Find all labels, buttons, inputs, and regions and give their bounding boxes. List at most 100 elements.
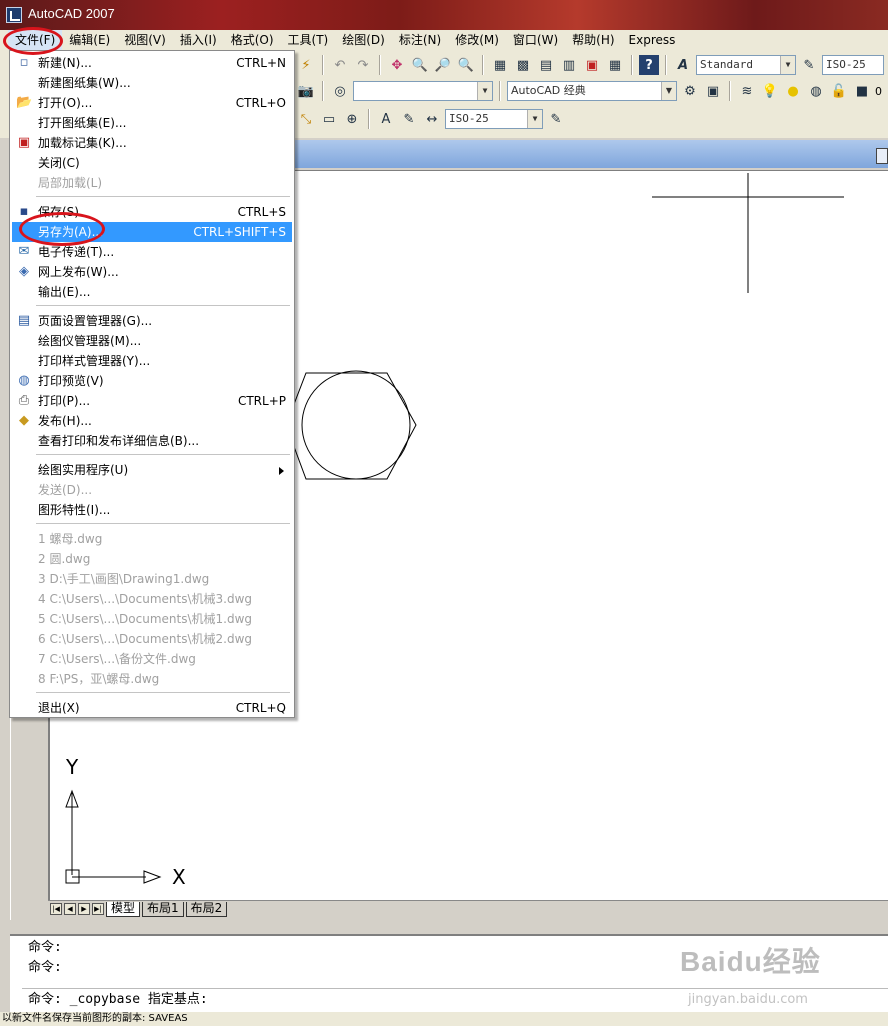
menu-express[interactable]: Express [622, 30, 683, 50]
zoom-realtime-icon[interactable]: 🔍 [410, 55, 430, 75]
camera-icon[interactable]: 📷 [296, 81, 316, 101]
dim-style-manager-icon[interactable]: ✎ [546, 109, 566, 129]
help-icon[interactable]: ? [639, 55, 659, 75]
match-properties-icon[interactable]: ⚡ [296, 55, 316, 75]
menu-item-drawing-properties[interactable]: 图形特性(I)... [12, 500, 292, 520]
menu-insert[interactable]: 插入(I) [173, 30, 224, 50]
redo-icon[interactable]: ↷ [353, 55, 373, 75]
menu-draw[interactable]: 绘图(D) [335, 30, 392, 50]
target-icon[interactable]: ◎ [330, 81, 350, 101]
zoom-previous-icon[interactable]: 🔍 [456, 55, 476, 75]
menu-item-recent-file-1[interactable]: 1 螺母.dwg [12, 529, 292, 549]
pan-icon[interactable]: ✥ [387, 55, 407, 75]
dim-style-combo-2[interactable]: ISO-25 ▼ [445, 109, 543, 129]
menu-item-partial-load[interactable]: 局部加载(L) [12, 173, 292, 193]
layer-on-icon[interactable]: 💡 [760, 81, 780, 101]
properties-icon[interactable]: ▦ [490, 55, 510, 75]
menu-edit[interactable]: 编辑(E) [62, 30, 117, 50]
layer-color-icon[interactable]: ■ [852, 81, 872, 101]
menu-item-recent-file-8[interactable]: 8 F:\PS，亚\螺母.dwg [12, 669, 292, 689]
chevron-down-icon[interactable]: ▼ [527, 110, 542, 128]
dim-style-icon[interactable]: ✎ [799, 55, 819, 75]
layer-freeze-icon[interactable]: ● [783, 81, 803, 101]
menu-file[interactable]: 文件(F) [8, 30, 63, 50]
text-style-icon[interactable]: A [673, 55, 693, 75]
toolbar-separator [379, 55, 381, 75]
menu-help[interactable]: 帮助(H) [565, 30, 621, 50]
lock-toolbar-icon[interactable]: ▣ [703, 81, 723, 101]
design-center-icon[interactable]: ▩ [513, 55, 533, 75]
restore-icon[interactable] [876, 148, 888, 164]
first-tab-icon[interactable]: |◀ [50, 903, 62, 915]
menu-item-publish-web[interactable]: ◈ 网上发布(W)... [12, 262, 292, 282]
center-mark-icon[interactable]: ⊕ [342, 109, 362, 129]
menu-item-open-sheet-set[interactable]: 打开图纸集(E)... [12, 113, 292, 133]
menu-format[interactable]: 格式(O) [224, 30, 281, 50]
dim-update-icon[interactable]: ↔ [422, 109, 442, 129]
menu-item-close[interactable]: 关闭(C) [12, 153, 292, 173]
chevron-down-icon[interactable]: ▼ [477, 82, 492, 100]
menu-item-label: 5 C:\Users\...\Documents\机械1.dwg [38, 612, 253, 626]
undo-icon[interactable]: ↶ [330, 55, 350, 75]
menu-item-recent-file-5[interactable]: 5 C:\Users\...\Documents\机械1.dwg [12, 609, 292, 629]
dim-edit-icon[interactable]: A [376, 109, 396, 129]
tab-layout2[interactable]: 布局2 [185, 901, 228, 917]
sheet-set-icon[interactable]: ▥ [559, 55, 579, 75]
calculator-icon[interactable]: ▦ [605, 55, 625, 75]
prev-tab-icon[interactable]: ◀ [64, 903, 76, 915]
last-tab-icon[interactable]: ▶| [92, 903, 104, 915]
autocad-app-icon[interactable] [6, 7, 22, 23]
command-prompt[interactable]: 命令: _copybase 指定基点: [28, 990, 208, 1010]
menu-item-plot-style-manager[interactable]: 打印样式管理器(Y)... [12, 351, 292, 371]
menu-item-view-plot-details[interactable]: 查看打印和发布详细信息(B)... [12, 431, 292, 451]
chevron-down-icon[interactable]: ▼ [661, 82, 676, 100]
text-style-combo[interactable]: Standard ▼ [696, 55, 796, 75]
menu-item-save-as[interactable]: 另存为(A)... CTRL+SHIFT+S [12, 222, 292, 242]
menu-item-etransmit[interactable]: ✉ 电子传递(T)... [12, 242, 292, 262]
tool-palettes-icon[interactable]: ▤ [536, 55, 556, 75]
tolerance-icon[interactable]: ▭ [319, 109, 339, 129]
dim-angular-icon[interactable]: ⤡ [296, 109, 316, 129]
layer-manager-icon[interactable]: ≋ [737, 81, 757, 101]
workspace-settings-icon[interactable]: ⚙ [680, 81, 700, 101]
layer-lock-icon[interactable]: 🔓 [829, 81, 849, 101]
menu-item-new[interactable]: ▫ 新建(N)... CTRL+N [12, 53, 292, 73]
menu-item-save[interactable]: ▪ 保存(S) CTRL+S [12, 202, 292, 222]
menu-item-exit[interactable]: 退出(X) CTRL+Q [12, 698, 292, 718]
layer-viewport-icon[interactable]: ◍ [806, 81, 826, 101]
markup-icon[interactable]: ▣ [582, 55, 602, 75]
view-combo[interactable]: ▼ [353, 81, 493, 101]
menu-item-new-sheet-set[interactable]: 新建图纸集(W)... [12, 73, 292, 93]
menu-item-drawing-utilities[interactable]: 绘图实用程序(U) [12, 460, 292, 480]
baidu-watermark: Baidu经验 [680, 946, 821, 977]
menu-item-open[interactable]: 📂 打开(O)... CTRL+O [12, 93, 292, 113]
submenu-arrow-icon [279, 467, 284, 475]
menu-item-recent-file-6[interactable]: 6 C:\Users\...\Documents\机械2.dwg [12, 629, 292, 649]
menu-modify[interactable]: 修改(M) [448, 30, 506, 50]
menu-item-recent-file-7[interactable]: 7 C:\Users\...\备份文件.dwg [12, 649, 292, 669]
menu-item-page-setup-manager[interactable]: ▤ 页面设置管理器(G)... [12, 311, 292, 331]
baidu-watermark-url: jingyan.baidu.com [688, 992, 808, 1007]
menu-item-publish[interactable]: ◆ 发布(H)... [12, 411, 292, 431]
chevron-down-icon[interactable]: ▼ [780, 56, 795, 74]
menu-dimension[interactable]: 标注(N) [392, 30, 448, 50]
menu-window[interactable]: 窗口(W) [506, 30, 565, 50]
menu-item-plot-preview[interactable]: ◍ 打印预览(V) [12, 371, 292, 391]
dim-text-edit-icon[interactable]: ✎ [399, 109, 419, 129]
menu-view[interactable]: 视图(V) [117, 30, 173, 50]
workspace-combo[interactable]: AutoCAD 经典 ▼ [507, 81, 677, 101]
menu-item-recent-file-4[interactable]: 4 C:\Users\...\Documents\机械3.dwg [12, 589, 292, 609]
menu-item-recent-file-3[interactable]: 3 D:\手工\画图\Drawing1.dwg [12, 569, 292, 589]
menu-item-recent-file-2[interactable]: 2 圆.dwg [12, 549, 292, 569]
tab-layout1[interactable]: 布局1 [142, 901, 184, 917]
zoom-window-icon[interactable]: 🔎 [433, 55, 453, 75]
menu-item-plot[interactable]: ⎙ 打印(P)... CTRL+P [12, 391, 292, 411]
menu-item-plotter-manager[interactable]: 绘图仪管理器(M)... [12, 331, 292, 351]
menu-tools[interactable]: 工具(T) [281, 30, 336, 50]
menu-item-send[interactable]: 发送(D)... [12, 480, 292, 500]
menu-item-load-markup-set[interactable]: ▣ 加载标记集(K)... [12, 133, 292, 153]
dim-style-combo[interactable]: ISO-25 [822, 55, 884, 75]
next-tab-icon[interactable]: ▶ [78, 903, 90, 915]
menu-item-export[interactable]: 输出(E)... [12, 282, 292, 302]
tab-model[interactable]: 模型 [106, 901, 141, 917]
